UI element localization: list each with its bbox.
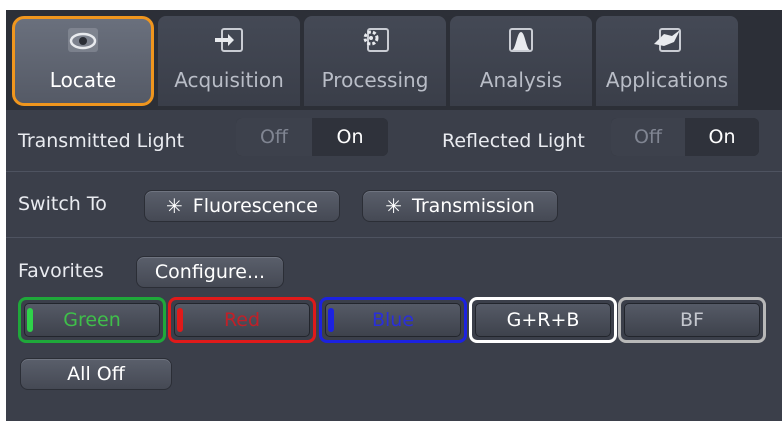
favorite-green-face: Green <box>24 303 160 337</box>
favorite-label: Blue <box>371 309 415 331</box>
locate-panel: Locate Acquisition Processing Analysis A… <box>6 10 782 421</box>
tab-acquisition[interactable]: Acquisition <box>158 16 300 106</box>
transmitted-off-option[interactable]: Off <box>236 118 312 156</box>
favorite-grb-face: G+R+B <box>475 303 611 337</box>
tab-bar: Locate Acquisition Processing Analysis A… <box>6 10 782 110</box>
favorite-label: Green <box>63 309 121 331</box>
transmitted-on-option[interactable]: On <box>312 118 388 156</box>
sparkle-icon: ✳ <box>385 194 402 218</box>
eye-icon <box>68 28 98 52</box>
tab-label: Applications <box>605 68 729 92</box>
favorite-red-button[interactable]: Red <box>168 297 316 343</box>
sparkle-icon: ✳ <box>166 194 183 218</box>
gear-icon <box>363 28 389 52</box>
tab-processing[interactable]: Processing <box>304 16 446 106</box>
favorite-bf-button[interactable]: BF <box>618 297 766 343</box>
transmission-label: Transmission <box>412 195 535 217</box>
configure-button[interactable]: Configure... <box>136 256 284 288</box>
active-indicator <box>27 308 33 332</box>
reflected-on-option[interactable]: On <box>685 118 759 156</box>
favorite-label: G+R+B <box>506 309 580 331</box>
tab-label: Acquisition <box>174 68 284 92</box>
divider <box>6 171 782 172</box>
reflected-light-toggle: Off On <box>611 118 759 156</box>
applications-icon <box>654 28 681 52</box>
tab-label: Processing <box>321 68 429 92</box>
fluorescence-label: Fluorescence <box>192 195 318 217</box>
reflected-light-label: Reflected Light <box>442 130 585 152</box>
favorites-label: Favorites <box>18 260 104 282</box>
transmitted-light-toggle: Off On <box>236 118 388 156</box>
histogram-icon <box>509 28 533 52</box>
camera-icon <box>215 28 243 52</box>
active-indicator <box>177 308 183 332</box>
favorite-label: BF <box>680 309 704 331</box>
transmitted-light-label: Transmitted Light <box>18 130 185 152</box>
favorite-label: Red <box>223 309 261 331</box>
tab-applications[interactable]: Applications <box>596 16 738 106</box>
tab-label: Analysis <box>479 68 563 92</box>
favorite-blue-button[interactable]: Blue <box>319 297 467 343</box>
fluorescence-button[interactable]: ✳ Fluorescence <box>144 190 340 222</box>
divider <box>6 237 782 238</box>
transmission-button[interactable]: ✳ Transmission <box>362 190 558 222</box>
tab-locate[interactable]: Locate <box>12 16 154 106</box>
all-off-button[interactable]: All Off <box>20 358 172 390</box>
switch-to-label: Switch To <box>18 193 107 215</box>
favorite-bf-face: BF <box>624 303 760 337</box>
favorite-blue-face: Blue <box>325 303 461 337</box>
favorite-green-button[interactable]: Green <box>18 297 166 343</box>
active-indicator <box>328 308 334 332</box>
tab-label: Locate <box>49 68 117 92</box>
favorite-red-face: Red <box>174 303 310 337</box>
favorite-grb-button[interactable]: G+R+B <box>469 297 617 343</box>
tab-analysis[interactable]: Analysis <box>450 16 592 106</box>
reflected-off-option[interactable]: Off <box>611 118 685 156</box>
